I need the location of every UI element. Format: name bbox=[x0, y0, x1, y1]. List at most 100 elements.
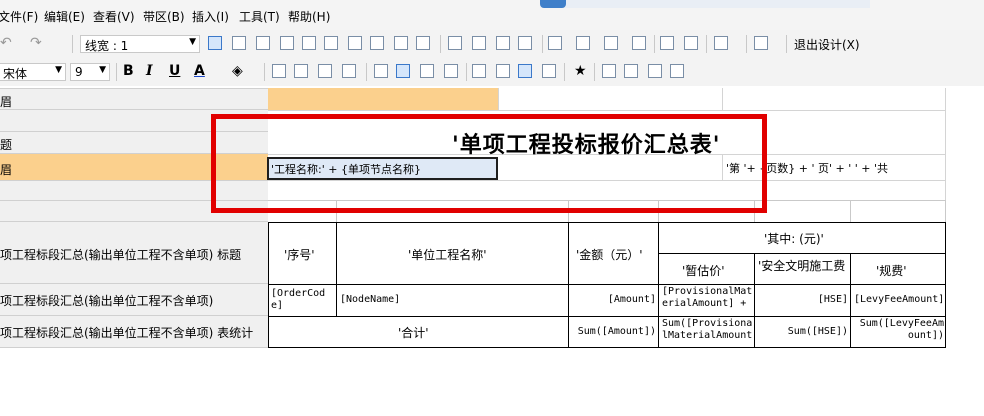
align-justify-icon[interactable] bbox=[374, 64, 388, 78]
detail-seq[interactable]: [OrderCode] bbox=[271, 288, 335, 312]
header-seq[interactable]: '序号' bbox=[284, 246, 315, 263]
border-top-icon[interactable] bbox=[280, 36, 294, 50]
insert-row-icon[interactable] bbox=[518, 36, 532, 50]
header-safety[interactable]: '安全文明施工费 bbox=[758, 257, 845, 274]
font-toolbar: 宋体 ▼ 9 ▼ B I U A ◈ ★ bbox=[0, 58, 984, 86]
diagonal-up-icon[interactable] bbox=[416, 36, 430, 50]
menu-view[interactable]: 查看(V) bbox=[93, 8, 135, 25]
grid-format-icon[interactable] bbox=[318, 64, 332, 78]
table-icon[interactable] bbox=[714, 36, 728, 50]
split-cells-icon[interactable] bbox=[472, 36, 486, 50]
band-label-page-header[interactable]: 眉 bbox=[0, 88, 268, 110]
row-height-icon[interactable] bbox=[684, 36, 698, 50]
grid-line bbox=[945, 200, 946, 222]
table-border bbox=[268, 284, 946, 285]
align-top-icon[interactable] bbox=[604, 36, 618, 50]
band-label-table-detail[interactable]: 项工程标段汇总(输出单位工程不含单项) bbox=[0, 284, 268, 316]
band-label-table-total[interactable]: 项工程标段汇总(输出单位工程不含单项) 表统计 bbox=[0, 316, 268, 348]
border-inner-icon[interactable] bbox=[256, 36, 270, 50]
total-label[interactable]: '合计' bbox=[398, 324, 429, 341]
clear-format-icon[interactable] bbox=[342, 64, 356, 78]
table-border bbox=[568, 222, 569, 348]
detail-safety[interactable]: [HSE] bbox=[758, 294, 848, 305]
grid-line bbox=[850, 200, 851, 222]
folder-icon[interactable] bbox=[648, 64, 662, 78]
border-all-icon[interactable] bbox=[208, 36, 222, 50]
diagonal-down-icon[interactable] bbox=[394, 36, 408, 50]
align-bottom-icon[interactable] bbox=[632, 36, 646, 50]
valign-middle-icon[interactable] bbox=[496, 64, 510, 78]
detail-unit-name[interactable]: [NodeName] bbox=[340, 294, 400, 305]
menu-insert[interactable]: 插入(I) bbox=[192, 8, 229, 25]
menu-help[interactable]: 帮助(H) bbox=[288, 8, 330, 25]
valign-top-icon[interactable] bbox=[472, 64, 486, 78]
grid-line bbox=[268, 110, 946, 111]
title-bar-buttons bbox=[540, 0, 870, 8]
table-border bbox=[945, 222, 946, 348]
table-border bbox=[754, 253, 755, 348]
align-right-icon[interactable] bbox=[576, 36, 590, 50]
band-label-text: 项工程标段汇总(输出单位工程不含单项) 标题 bbox=[0, 248, 242, 262]
fill-color-icon[interactable]: ◈ bbox=[232, 63, 243, 79]
app-icon bbox=[540, 0, 566, 8]
line-width-dropdown[interactable]: 线宽 : 1 ▼ bbox=[80, 35, 200, 53]
document-icon[interactable] bbox=[670, 64, 684, 78]
merge-cells-icon[interactable] bbox=[448, 36, 462, 50]
text-align-center-icon[interactable] bbox=[420, 64, 434, 78]
toolbar-separator bbox=[72, 35, 73, 53]
font-name-dropdown[interactable]: 宋体 ▼ bbox=[0, 63, 66, 81]
menu-file[interactable]: 文件(F) bbox=[0, 8, 38, 25]
redo-icon[interactable]: ↷ bbox=[30, 35, 42, 51]
band-label-text: 题 bbox=[0, 138, 13, 152]
border-bottom-icon[interactable] bbox=[302, 36, 316, 50]
insert-column-icon[interactable] bbox=[496, 36, 510, 50]
border-cross-icon[interactable] bbox=[324, 36, 338, 50]
grid-line bbox=[945, 88, 946, 200]
italic-button[interactable]: I bbox=[146, 63, 153, 79]
table-border bbox=[658, 222, 659, 348]
detail-amount[interactable]: [Amount] bbox=[572, 294, 656, 305]
print-preview-icon[interactable] bbox=[754, 36, 768, 50]
text-align-left-icon[interactable] bbox=[396, 64, 410, 78]
menu-band[interactable]: 带区(B) bbox=[143, 8, 185, 25]
header-levy[interactable]: '规费' bbox=[876, 262, 907, 279]
header-unit-name[interactable]: '单位工程名称' bbox=[408, 246, 487, 263]
menu-bar: 文件(F) 编辑(E) 查看(V) 带区(B) 插入(I) 工具(T) 帮助(H… bbox=[0, 0, 984, 30]
detail-provisional[interactable]: [ProvisionalMaterialAmount] + bbox=[662, 286, 754, 314]
menu-tools[interactable]: 工具(T) bbox=[239, 8, 280, 25]
cell-style-icon[interactable] bbox=[272, 64, 286, 78]
detail-levy[interactable]: [LevyFeeAmount] bbox=[854, 294, 944, 305]
text-align-right-icon[interactable] bbox=[444, 64, 458, 78]
total-amount[interactable]: Sum([Amount]) bbox=[572, 326, 656, 337]
menu-edit[interactable]: 编辑(E) bbox=[44, 8, 85, 25]
underline-button[interactable]: U bbox=[169, 63, 180, 79]
font-size-dropdown[interactable]: 9 ▼ bbox=[70, 63, 110, 81]
header-of-which[interactable]: '其中: (元)' bbox=[764, 230, 824, 247]
border-grid-icon[interactable] bbox=[370, 36, 384, 50]
column-width-icon[interactable] bbox=[660, 36, 674, 50]
star-icon[interactable]: ★ bbox=[574, 63, 587, 79]
valign-bottom-icon[interactable] bbox=[542, 64, 556, 78]
header-provisional[interactable]: '暂估价' bbox=[682, 262, 725, 279]
total-levy[interactable]: Sum([LevyFeeAmount]) bbox=[854, 318, 944, 346]
band-label-text: 项工程标段汇总(输出单位工程不含单项) bbox=[0, 294, 214, 308]
book-icon[interactable] bbox=[602, 64, 616, 78]
settings-icon[interactable] bbox=[624, 64, 638, 78]
cell-format-icon[interactable] bbox=[294, 64, 308, 78]
border-outer-icon[interactable] bbox=[232, 36, 246, 50]
border-left-icon[interactable] bbox=[348, 36, 362, 50]
font-name-label: 宋体 bbox=[3, 67, 28, 81]
align-left-icon[interactable] bbox=[548, 36, 562, 50]
undo-icon[interactable]: ↶ bbox=[0, 35, 12, 51]
toolbar-separator bbox=[654, 35, 655, 53]
toolbar-separator bbox=[466, 63, 467, 81]
valign-center-icon[interactable] bbox=[518, 64, 532, 78]
header-amount[interactable]: '金额（元）' bbox=[576, 246, 643, 263]
total-provisional[interactable]: Sum([ProvisionalMaterialAmount bbox=[662, 318, 754, 346]
total-safety[interactable]: Sum([HSE]) bbox=[758, 326, 848, 337]
exit-design-button[interactable]: 退出设计(X) bbox=[794, 36, 860, 53]
band-label-table-header[interactable]: 项工程标段汇总(输出单位工程不含单项) 标题 bbox=[0, 222, 268, 284]
bold-button[interactable]: B bbox=[123, 63, 134, 79]
detail-table: 项工程标段汇总(输出单位工程不含单项) 标题 项工程标段汇总(输出单位工程不含单… bbox=[0, 200, 946, 348]
font-color-button[interactable]: A bbox=[194, 63, 205, 79]
